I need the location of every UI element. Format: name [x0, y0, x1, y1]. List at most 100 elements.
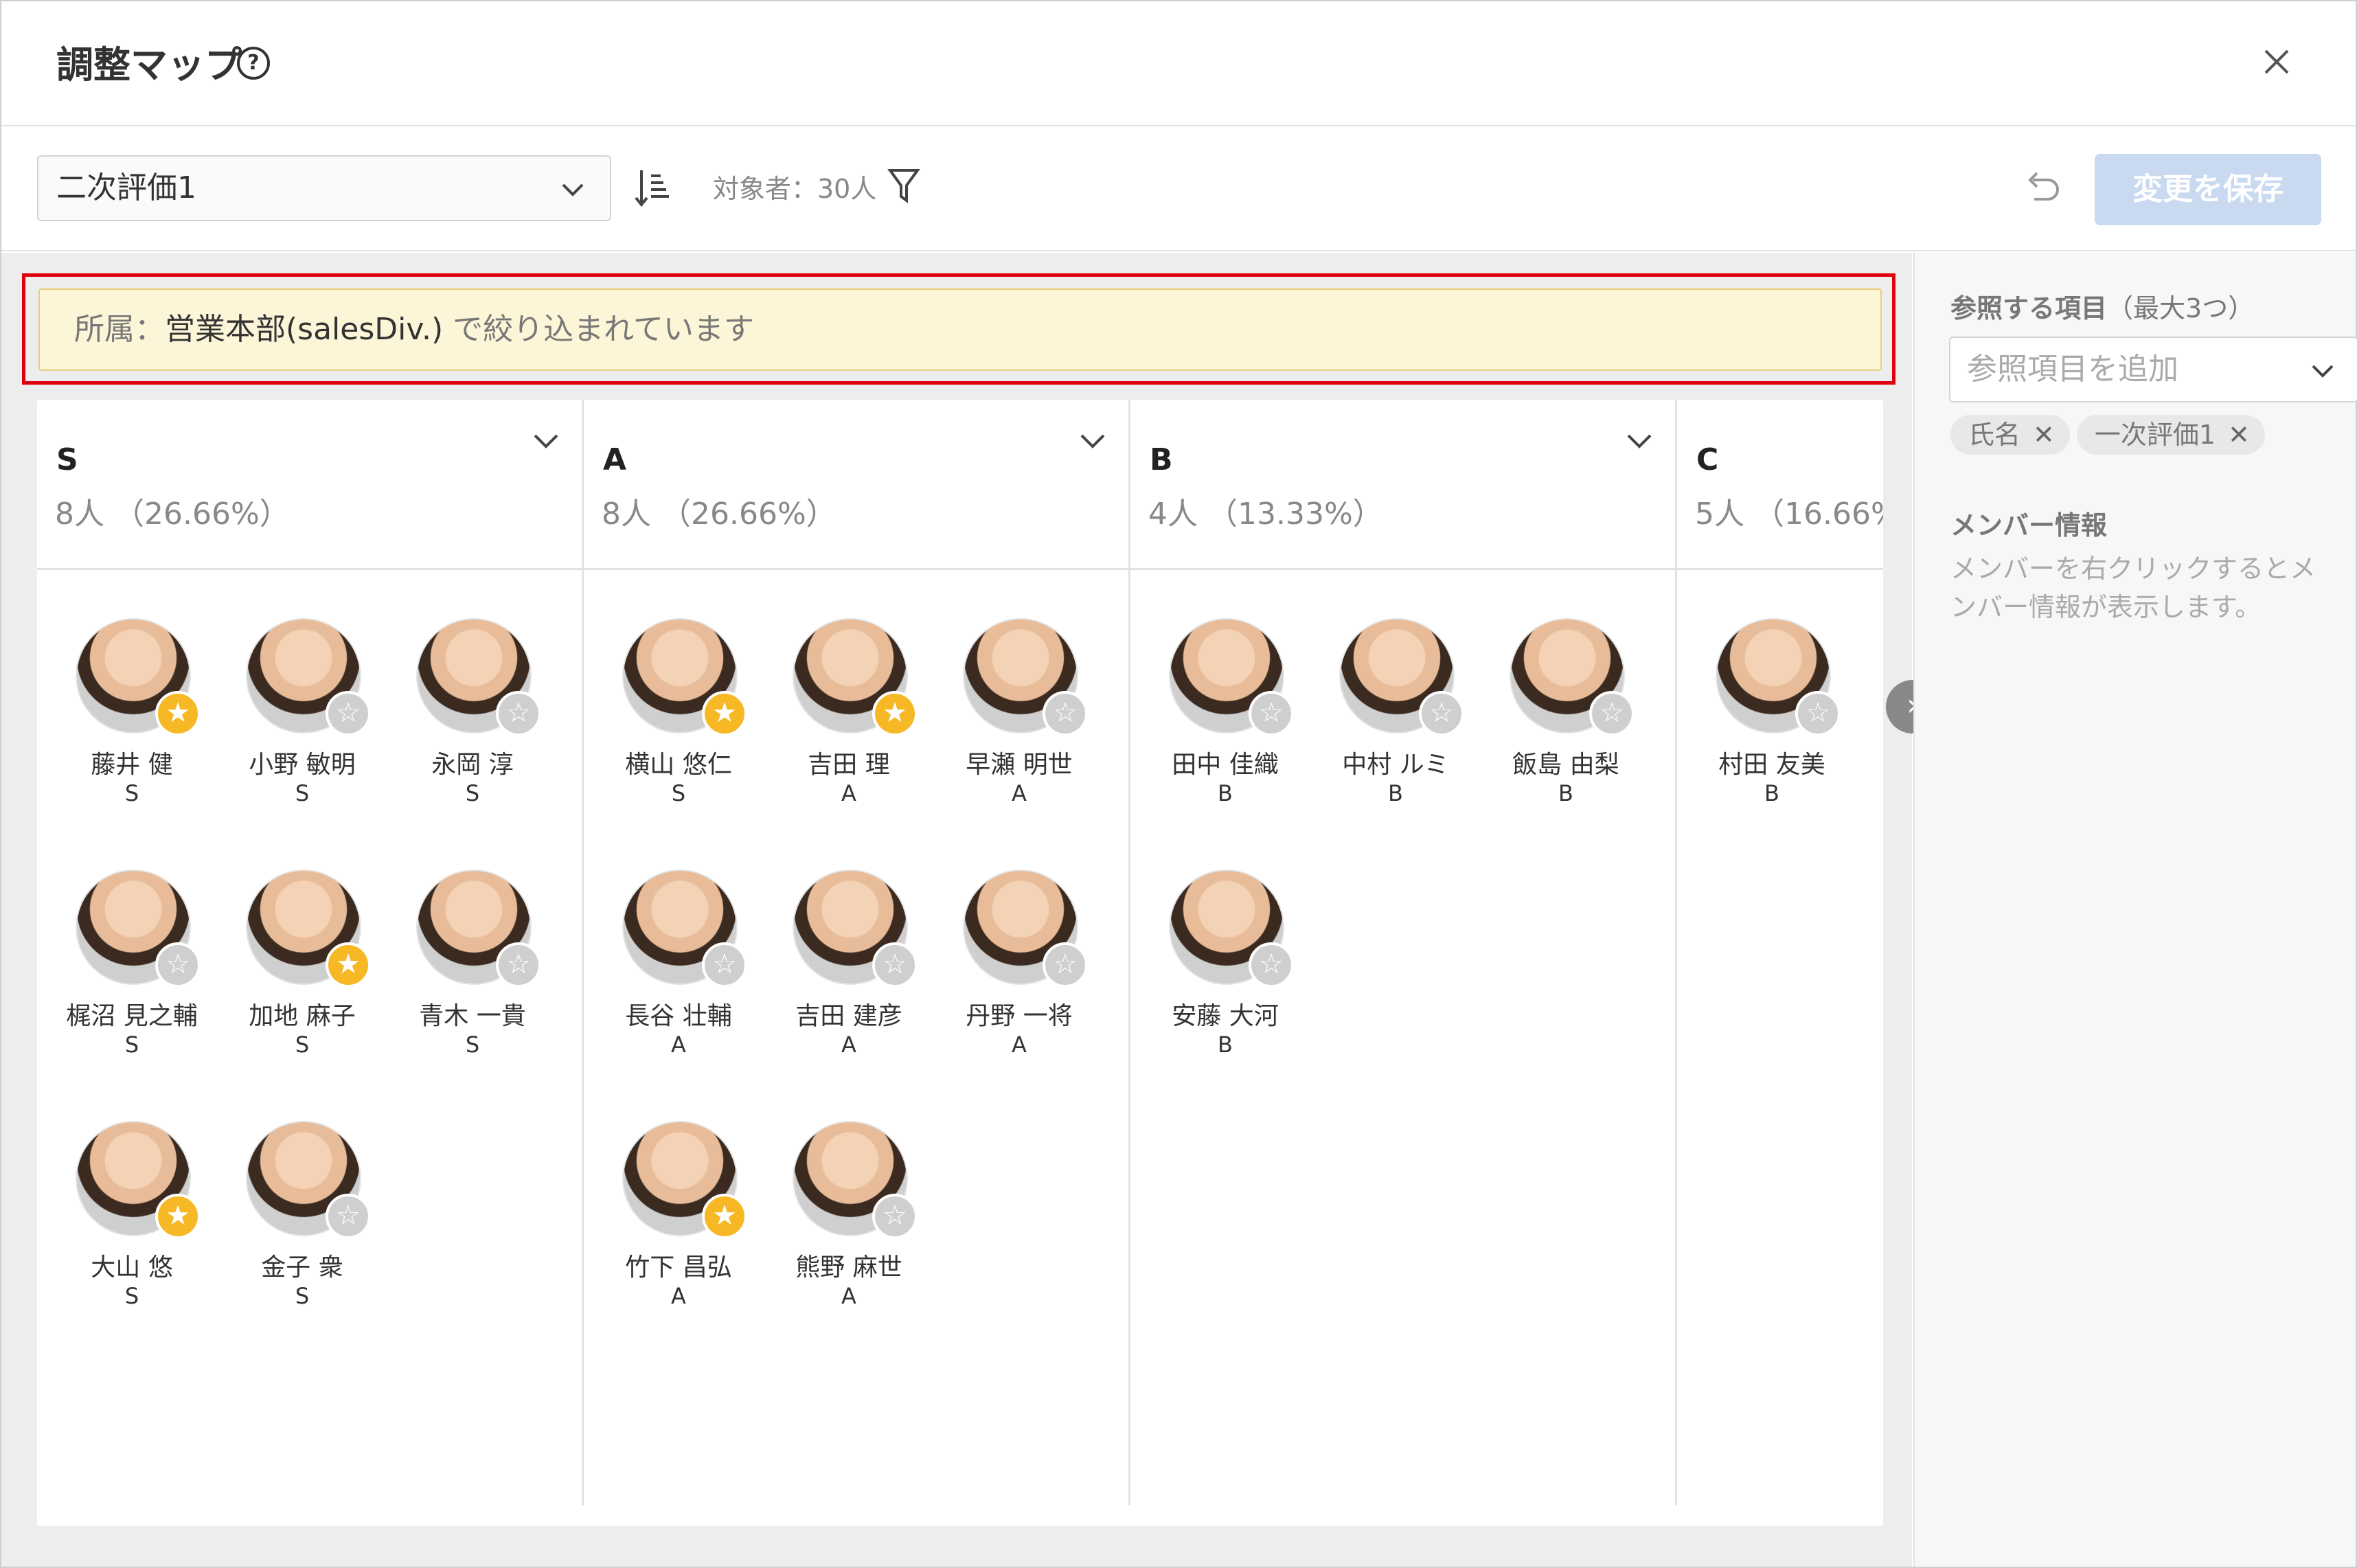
member-name: 中村 ルミ [1342, 751, 1449, 779]
star-icon[interactable]: ☆ [1043, 942, 1088, 988]
star-icon[interactable]: ☆ [1043, 691, 1088, 736]
member-card[interactable]: ☆ 田中 佳織 B [1140, 582, 1310, 809]
member-grade: S [671, 780, 686, 806]
member-grade: S [465, 780, 480, 806]
member-card[interactable]: ☆石黒 洋平C [1857, 582, 1883, 809]
member-name: 早瀬 明世 [966, 751, 1073, 779]
member-grade: B [1764, 780, 1779, 806]
star-icon[interactable]: ☆ [872, 942, 918, 988]
member-card[interactable]: ★ 大山 悠S [47, 1085, 217, 1312]
star-icon[interactable]: ☆ [702, 942, 747, 988]
member-grade: C [1857, 780, 1883, 806]
star-icon[interactable]: ☆ [155, 942, 201, 988]
star-icon[interactable]: ★ [155, 691, 201, 736]
star-icon[interactable]: ★ [326, 942, 371, 988]
member-card[interactable]: ☆ 熊野 麻世 A [764, 1085, 934, 1312]
dialog-header: 調整マップ ? [1, 1, 2356, 126]
star-icon[interactable]: ☆ [496, 691, 541, 736]
chevron-down-icon[interactable] [1624, 426, 1654, 456]
undo-icon[interactable] [2020, 165, 2064, 209]
remove-tag-icon[interactable]: ✕ [2033, 420, 2055, 450]
member-grade: A [1012, 780, 1027, 806]
member-name: 加地 麻子 [249, 1002, 356, 1030]
member-card[interactable]: ☆ 金子 衆S [217, 1085, 387, 1312]
member-card[interactable]: ☆ 梶沼 見之輔 S [47, 834, 217, 1060]
member-card[interactable]: ☆ 小野 敏明 S [217, 582, 387, 809]
member-card[interactable]: ☆ 永岡 淳S [387, 582, 558, 809]
star-icon[interactable]: ☆ [1249, 691, 1294, 736]
member-card[interactable]: ★ 藤井 健S [47, 582, 217, 809]
member-grade: S [124, 780, 139, 806]
member-grade: B [1218, 1032, 1233, 1058]
grade-column-c: C 5人 （16.66% ☆ 村田 友美B ☆石黒 洋平C [1677, 400, 1883, 1505]
star-icon[interactable]: ☆ [1795, 691, 1841, 736]
member-name: 藤井 健 [91, 751, 173, 779]
star-icon[interactable]: ☆ [326, 691, 371, 736]
star-icon[interactable]: ★ [872, 691, 918, 736]
member-grade: S [124, 1283, 139, 1309]
help-icon[interactable]: ? [237, 47, 270, 80]
member-card[interactable]: ☆ 吉田 建彦 A [764, 834, 934, 1060]
star-icon[interactable]: ☆ [1589, 691, 1635, 736]
member-card[interactable]: ☆ 安藤 大河 B [1140, 834, 1310, 1060]
member-card[interactable]: ★ 吉田 理A [764, 582, 934, 809]
star-icon[interactable]: ☆ [1249, 942, 1294, 988]
member-grade: B [1558, 780, 1573, 806]
member-card[interactable]: ★ 横山 悠仁 S [593, 582, 764, 809]
chevron-down-icon[interactable] [1078, 426, 1108, 456]
reference-tag[interactable]: 一次評価1 ✕ [2076, 415, 2265, 455]
member-grade: B [1218, 780, 1233, 806]
save-changes-button[interactable]: 変更を保存 [2095, 154, 2321, 225]
member-cards: ☆ 田中 佳織 B ☆ 中村 ルミ B ☆ 飯島 由梨 B ☆ 安藤 大河 B [1130, 570, 1675, 1505]
star-icon[interactable]: ☆ [326, 1194, 371, 1239]
notice-department: 営業本部(salesDiv.) [165, 312, 444, 347]
close-icon[interactable] [2257, 43, 2296, 81]
filter-icon[interactable] [887, 166, 920, 205]
star-icon[interactable]: ☆ [872, 1194, 918, 1239]
reference-items-label: 参照する項目 [1950, 293, 2108, 323]
member-card[interactable]: ☆ 長谷 壮輔 A [593, 834, 764, 1060]
reference-tags: 氏名 ✕ 一次評価1 ✕ [1950, 415, 2272, 455]
member-name: 田中 佳織 [1172, 751, 1279, 779]
member-grade: S [465, 1032, 480, 1058]
notice-suffix: で絞り込まれています [443, 312, 754, 347]
member-grade: A [841, 780, 856, 806]
member-name: 石黒 洋平 [1857, 745, 1883, 780]
member-name: 村田 友美 [1718, 751, 1825, 779]
chevron-down-icon [562, 183, 584, 196]
sort-icon[interactable] [633, 166, 672, 210]
remove-tag-icon[interactable]: ✕ [2228, 420, 2250, 450]
star-icon[interactable]: ★ [155, 1194, 201, 1239]
member-grade: S [295, 780, 310, 806]
column-grade: S [56, 442, 78, 477]
notice-prefix: 所属： [74, 312, 165, 347]
filter-notice: 所属：営業本部(salesDiv.) で絞り込まれています [38, 288, 1882, 371]
reference-tag[interactable]: 氏名 ✕ [1950, 415, 2070, 455]
evaluation-select[interactable]: 二次評価1 [37, 155, 611, 221]
member-name: 飯島 由梨 [1512, 751, 1619, 779]
member-card[interactable]: ☆ 丹野 一将 A [934, 834, 1104, 1060]
member-name: 安藤 大河 [1172, 1002, 1279, 1030]
star-icon[interactable]: ★ [702, 691, 747, 736]
member-name: 横山 悠仁 [625, 751, 732, 779]
star-icon[interactable]: ☆ [1419, 691, 1464, 736]
member-card[interactable]: ☆ 早瀬 明世 A [934, 582, 1104, 809]
adjustment-map-dialog: 調整マップ ? 二次評価1 対象者：30人 変更を保存 所属：営業本部(sale… [0, 0, 2357, 1568]
member-card[interactable]: ★ 竹下 昌弘 A [593, 1085, 764, 1312]
grade-board: S 8人 （26.66%） ★ 藤井 健 S ☆ 小野 敏明 S ☆ 永岡 淳 S ☆ 梶沼 見之輔… [37, 400, 1883, 1526]
grade-column-b: B 4人 （13.33%） ☆ 田中 佳織 B ☆ 中村 ルミ B ☆ 飯島 由梨 B ☆ 安藤 大… [1130, 400, 1677, 1505]
member-cards: ★ 藤井 健 S ☆ 小野 敏明 S ☆ 永岡 淳 S ☆ 梶沼 見之輔 S ★ 加地 麻子 S ☆ 青木 一貴… [37, 570, 582, 1505]
member-grade: S [295, 1283, 310, 1309]
member-name: 丹野 一将 [966, 1002, 1073, 1030]
evaluation-select-value: 二次評価1 [56, 170, 196, 205]
star-icon[interactable]: ☆ [496, 942, 541, 988]
member-card[interactable]: ★ 加地 麻子 S [217, 834, 387, 1060]
member-card[interactable]: ☆ 飯島 由梨 B [1481, 582, 1651, 809]
star-icon[interactable]: ★ [702, 1194, 747, 1239]
member-card[interactable]: ☆ 青木 一貴 S [387, 834, 558, 1060]
member-grade: A [1012, 1032, 1027, 1058]
reference-item-select[interactable]: 参照項目を追加 [1949, 337, 2357, 402]
member-card[interactable]: ☆ 村田 友美 B [1687, 582, 1857, 809]
chevron-down-icon[interactable] [531, 426, 561, 456]
member-card[interactable]: ☆ 中村 ルミ B [1310, 582, 1481, 809]
